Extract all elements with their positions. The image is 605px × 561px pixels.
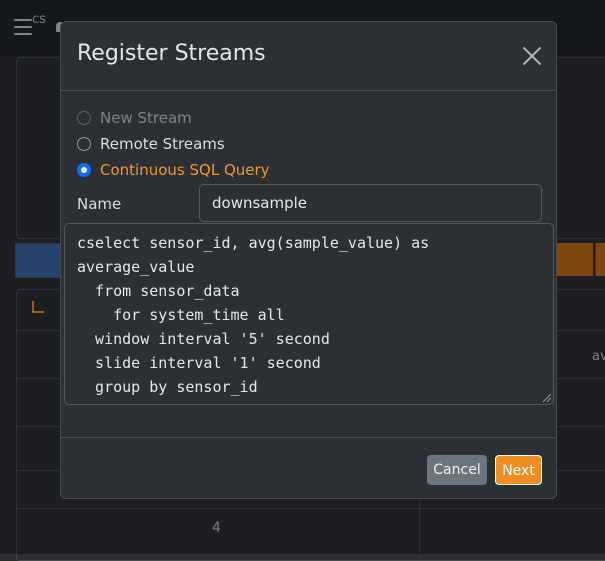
name-label: Name bbox=[77, 195, 122, 213]
radio-continuous-sql-query[interactable]: Continuous SQL Query bbox=[77, 160, 270, 180]
radio-remote-streams[interactable]: Remote Streams bbox=[77, 134, 225, 154]
radio-label-continuous-sql-query[interactable]: Continuous SQL Query bbox=[100, 161, 270, 179]
close-icon[interactable] bbox=[522, 46, 542, 66]
sql-query-textarea[interactable]: cselect sensor_id, avg(sample_value) as … bbox=[64, 223, 554, 405]
register-streams-dialog: Register Streams New Stream Remote Strea… bbox=[60, 21, 557, 499]
cancel-button[interactable]: Cancel bbox=[427, 455, 487, 485]
radio-label-new-stream: New Stream bbox=[100, 109, 192, 127]
radio-button-new-stream bbox=[77, 111, 91, 125]
radio-button-continuous-sql-query[interactable] bbox=[77, 163, 91, 177]
radio-new-stream: New Stream bbox=[77, 108, 192, 128]
next-button[interactable]: Next bbox=[495, 455, 542, 485]
dialog-footer: Cancel Next bbox=[61, 437, 556, 498]
dialog-header: Register Streams bbox=[61, 22, 556, 91]
dialog-title: Register Streams bbox=[77, 41, 266, 66]
textarea-resize-handle[interactable] bbox=[543, 394, 551, 402]
radio-label-remote-streams[interactable]: Remote Streams bbox=[100, 135, 225, 153]
name-input[interactable]: downsample bbox=[199, 184, 542, 222]
radio-button-remote-streams[interactable] bbox=[77, 137, 91, 151]
